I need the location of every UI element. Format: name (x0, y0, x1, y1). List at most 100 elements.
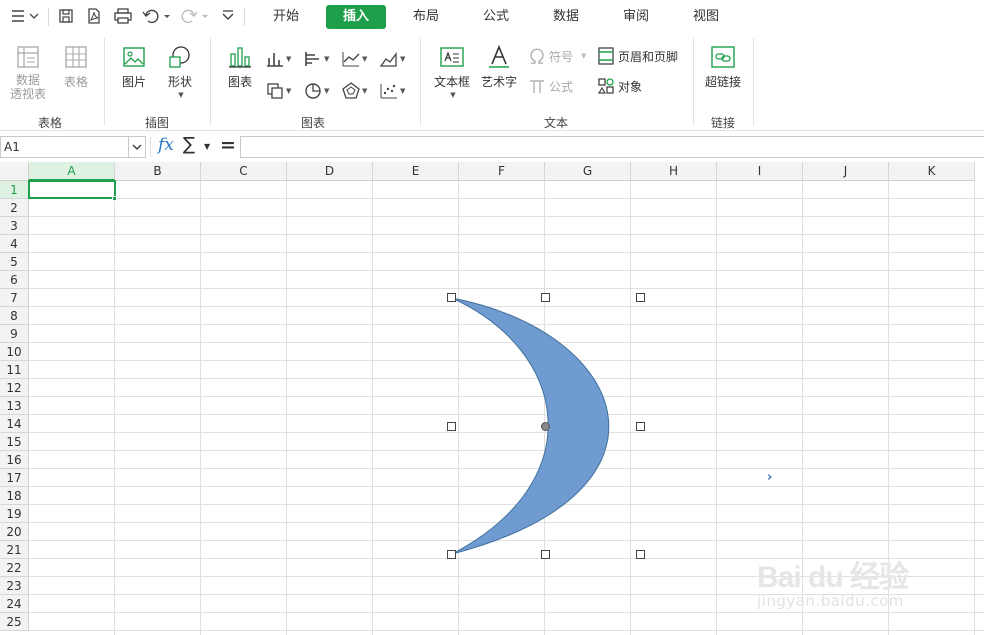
pie-chart-button[interactable]: ▼ (266, 80, 291, 102)
header-footer-button[interactable]: 页眉和页脚 (597, 45, 678, 67)
column-chart-icon (267, 53, 283, 67)
chevron-down-icon: ▼ (362, 87, 368, 95)
formula-bar: A1 fx ∑ ▼ = (0, 134, 984, 160)
tab-data[interactable]: 数据 (542, 5, 590, 29)
chevron-down-icon: ▼ (400, 87, 406, 95)
textbox-label: 文本框 (433, 75, 470, 89)
tab-home[interactable]: 开始 (262, 5, 310, 29)
chevron-down-icon: ▼ (324, 87, 330, 95)
wordart-label: 艺术字 (480, 75, 517, 89)
equals-button[interactable]: = (220, 134, 236, 156)
picture-icon (123, 47, 145, 67)
pi-icon (530, 80, 544, 93)
chevron-down-icon (132, 144, 142, 150)
name-box-dropdown[interactable] (128, 137, 145, 157)
table-icon (65, 46, 87, 68)
group-label-table: 表格 (37, 116, 62, 130)
pdf-icon (88, 8, 100, 24)
chevron-down-icon: ▼ (581, 52, 587, 60)
resize-handle-top[interactable] (541, 293, 550, 302)
redo-button[interactable] (180, 6, 210, 26)
undo-icon (142, 9, 170, 24)
cell-reference: A1 (4, 140, 20, 154)
link-icon (711, 46, 735, 68)
wordart-button[interactable]: 艺术字 (478, 44, 520, 90)
insert-function-button[interactable]: fx (158, 135, 174, 155)
undo-button[interactable] (142, 6, 172, 26)
chevron-down-icon (222, 10, 234, 20)
moon-shape-path[interactable] (451, 297, 610, 555)
save-button[interactable] (56, 6, 76, 26)
symbol-label: 符号 (549, 49, 574, 64)
resize-handle-bottom-left[interactable] (447, 550, 456, 559)
equation-button[interactable]: 公式 (528, 75, 573, 97)
area-chart-button[interactable]: ▼ (380, 48, 405, 70)
name-box[interactable]: A1 (0, 136, 146, 158)
redo-icon (181, 9, 208, 24)
shape-label: 形状 (167, 75, 192, 89)
horizontal-bar-chart-icon (305, 52, 319, 66)
chevron-down-icon: ▼ (286, 87, 292, 95)
line-chart-button[interactable]: ▼ (342, 48, 367, 70)
main-menu-button[interactable] (8, 6, 42, 26)
hyperlink-button[interactable]: 超链接 (701, 44, 745, 90)
textbox-icon (440, 47, 464, 67)
group-label-link: 链接 (710, 116, 735, 130)
bar-chart-icon (229, 47, 251, 68)
resize-handle-right[interactable] (636, 422, 645, 431)
column-chart-button[interactable]: ▼ (266, 48, 291, 70)
object-button[interactable]: 对象 (597, 75, 642, 97)
group-separator (420, 38, 421, 126)
separator (48, 8, 49, 26)
picture-button[interactable]: 图片 (114, 44, 154, 90)
chevron-down-icon: ▼ (400, 55, 406, 63)
tab-formulas[interactable]: 公式 (472, 5, 520, 29)
hyperlink-label: 超链接 (704, 75, 741, 89)
ribbon: 数据 透视表 表格 表格 图片 形状 ▼ 插图 图表 ▼ ▼ ▼ ▼ ▼ ▼ ▼… (0, 34, 984, 131)
pivot-table-button[interactable]: 数据 透视表 (6, 44, 50, 101)
area-chart-icon (380, 52, 397, 67)
tab-layout[interactable]: 布局 (402, 5, 450, 29)
line-chart-icon (342, 52, 360, 67)
object-label: 对象 (618, 79, 643, 94)
tab-review[interactable]: 审阅 (612, 5, 660, 29)
separator (150, 137, 151, 157)
sum-button[interactable]: ∑ (183, 134, 195, 155)
chevron-down-icon: ▼ (450, 91, 456, 99)
chart-button[interactable]: 图表 (220, 44, 260, 90)
chevron-down-icon: ▼ (178, 91, 184, 99)
tab-insert[interactable]: 插入 (326, 5, 386, 29)
radar-chart-button[interactable]: ▼ (342, 80, 367, 102)
shape-button[interactable]: 形状 ▼ (160, 44, 200, 99)
pivot-table-icon (17, 46, 39, 68)
watermark-logo: Bai du 经验 (757, 561, 909, 594)
stray-mark: › (767, 470, 773, 485)
picture-label: 图片 (121, 75, 146, 89)
formula-input[interactable] (240, 136, 984, 158)
export-pdf-button[interactable] (84, 6, 104, 26)
equation-label: 公式 (549, 79, 574, 94)
symbol-button[interactable]: 符号 ▼ (528, 45, 586, 67)
chevron-down-icon: ▼ (362, 55, 368, 63)
customize-quick-access-button[interactable] (218, 6, 238, 26)
table-button[interactable]: 表格 (56, 44, 96, 90)
resize-handle-left[interactable] (447, 422, 456, 431)
donut-chart-button[interactable]: ▼ (304, 80, 329, 102)
textbox-button[interactable]: 文本框 ▼ (430, 44, 474, 99)
bar-chart-button[interactable]: ▼ (304, 48, 329, 70)
header-footer-icon (598, 47, 614, 65)
sum-dropdown-icon[interactable]: ▼ (204, 142, 210, 151)
tab-view[interactable]: 视图 (682, 5, 730, 29)
adjust-handle[interactable] (541, 422, 550, 431)
group-separator (210, 38, 211, 126)
resize-handle-bottom-right[interactable] (636, 550, 645, 559)
resize-handle-top-left[interactable] (447, 293, 456, 302)
wordart-icon (489, 44, 509, 68)
resize-handle-top-right[interactable] (636, 293, 645, 302)
chevron-down-icon: ▼ (286, 55, 292, 63)
scatter-chart-button[interactable]: ▼ (380, 80, 405, 102)
resize-handle-bottom[interactable] (541, 550, 550, 559)
scatter-chart-icon (380, 84, 397, 99)
group-label-chart: 图表 (300, 116, 325, 130)
print-button[interactable] (112, 6, 134, 26)
